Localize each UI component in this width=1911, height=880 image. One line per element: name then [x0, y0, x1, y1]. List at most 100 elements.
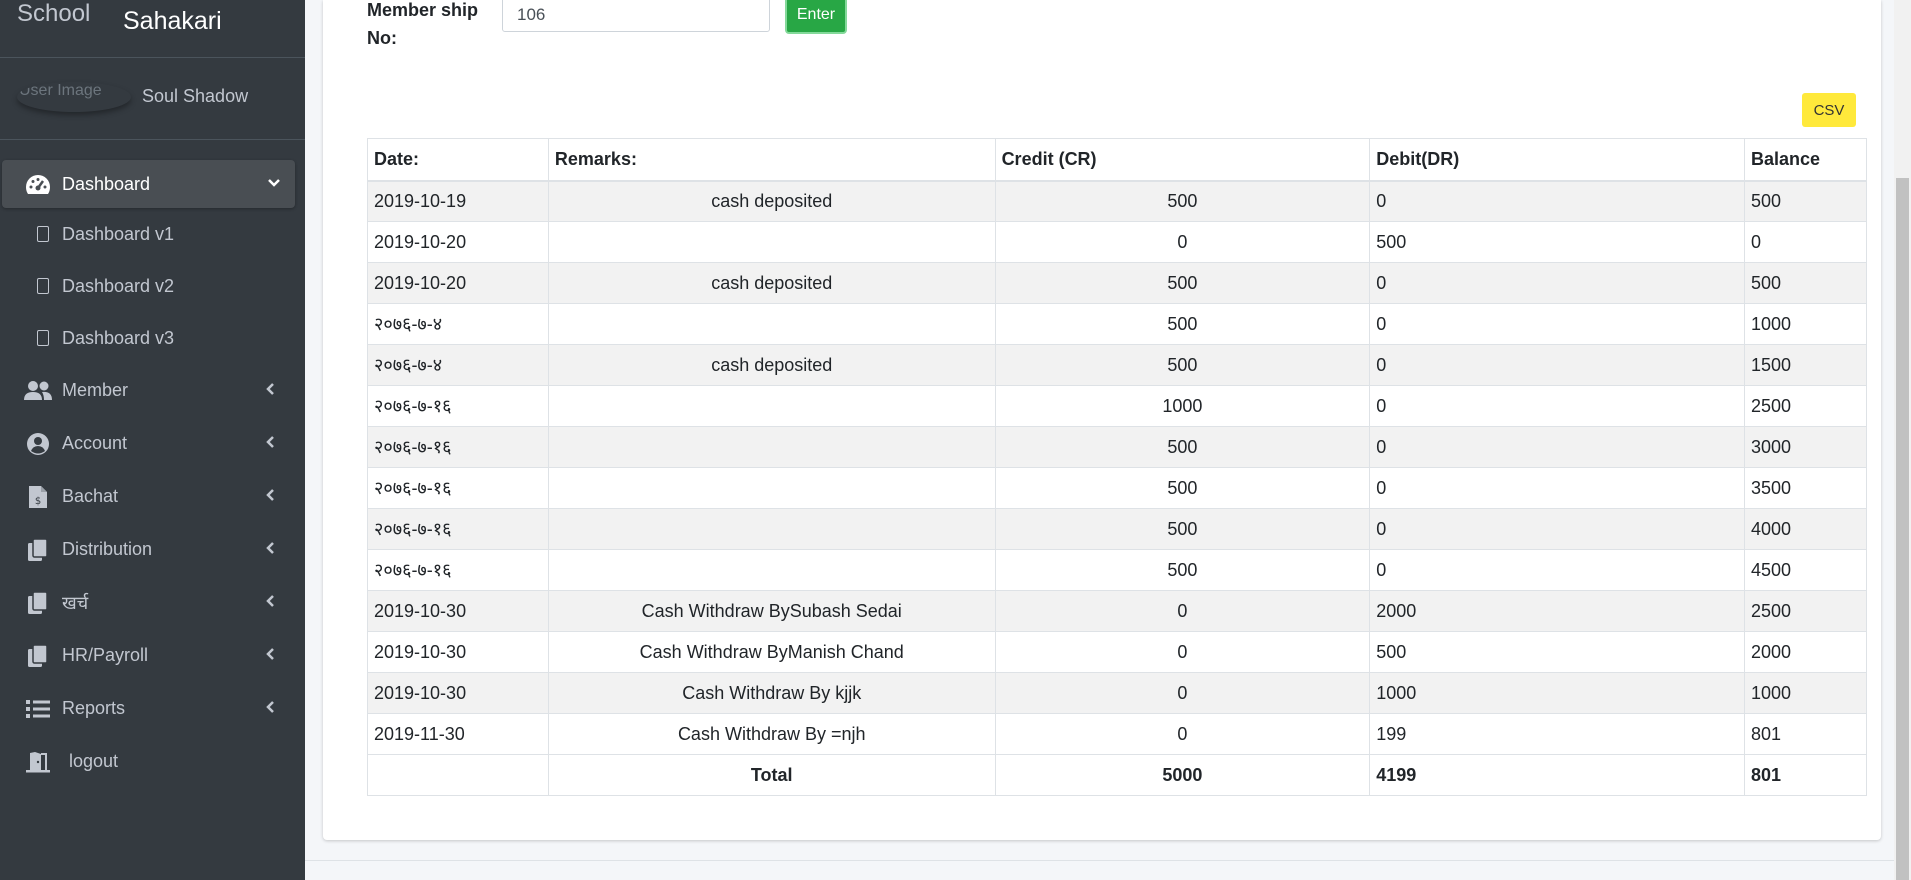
date-cell: २०७६-७-१६	[367, 385, 549, 427]
table-row: २०७६-७-१६ 1000 0 2500	[367, 385, 1867, 427]
debit-cell: 0	[1369, 426, 1745, 468]
balance-cell: 4500	[1744, 549, 1867, 591]
balance-cell: 500	[1744, 180, 1867, 222]
credit-cell: 500	[994, 508, 1371, 550]
remarks-cell: Cash Withdraw BySubash Sedai	[547, 590, 996, 632]
table-row: २०७६-७-४ cash deposited 500 0 1500	[367, 344, 1867, 386]
date-cell: 2019-10-19	[367, 180, 549, 222]
date-cell: २०७६-७-४	[367, 303, 549, 345]
nav-item-dashboard-v1[interactable]: Dashboard v1	[0, 208, 305, 260]
table-row: 2019-10-20 0 500 0	[367, 221, 1867, 263]
total-credit: 5000	[994, 754, 1371, 796]
nav-item-dashboard-v2[interactable]: Dashboard v2	[0, 260, 305, 312]
balance-cell: 500	[1744, 262, 1867, 304]
page-scrollbar[interactable]	[1894, 0, 1911, 880]
remarks-cell	[547, 549, 996, 591]
remarks-cell: cash deposited	[547, 344, 996, 386]
table-row: २०७६-७-१६ 500 0 3000	[367, 426, 1867, 468]
nav-item-member[interactable]: Member	[0, 364, 305, 417]
credit-cell: 500	[994, 549, 1371, 591]
total-row: Total 5000 4199 801	[367, 754, 1867, 796]
scrollbar-thumb[interactable]	[1896, 178, 1909, 880]
header-debit: Debit(DR)	[1369, 138, 1745, 182]
date-cell: २०७६-७-४	[367, 344, 549, 386]
door-open-icon	[23, 749, 53, 775]
balance-cell: 3000	[1744, 426, 1867, 468]
remarks-cell: Cash Withdraw By kjjk	[547, 672, 996, 714]
debit-cell: 0	[1369, 303, 1745, 345]
table-row: २०७६-७-१६ 500 0 4500	[367, 549, 1867, 591]
date-cell: २०७६-७-१६	[367, 508, 549, 550]
date-cell: 2019-10-20	[367, 221, 549, 263]
sidebar: School Sahakari User Image Soul Shadow D…	[0, 0, 305, 880]
user-avatar: User Image	[17, 82, 131, 112]
date-cell: 2019-11-30	[367, 713, 549, 755]
ledger-table: Date: Remarks: Credit (CR) Debit(DR) Bal…	[367, 138, 1867, 796]
nav-label-hr-payroll: HR/Payroll	[62, 645, 149, 665]
chevron-left-icon	[265, 383, 275, 398]
table-row: 2019-10-20 cash deposited 500 0 500	[367, 262, 1867, 304]
membership-no-input[interactable]: 106	[502, 0, 770, 32]
debit-cell: 500	[1369, 631, 1745, 673]
balance-cell: 801	[1744, 713, 1867, 755]
table-row: 2019-10-30 Cash Withdraw BySubash Sedai 0 2…	[367, 590, 1867, 632]
nav-label-bachat: Bachat	[62, 486, 119, 506]
nav-item-dashboard[interactable]: Dashboard	[2, 160, 295, 208]
nav-item-dashboard-v3[interactable]: Dashboard v3	[0, 312, 305, 364]
users-icon	[23, 378, 53, 404]
brand-logo-image: School	[17, 0, 91, 27]
date-cell: 2019-10-20	[367, 262, 549, 304]
brand-title: Sahakari	[123, 7, 222, 35]
chevron-left-icon	[265, 648, 275, 663]
remarks-cell: Cash Withdraw ByManish Chand	[547, 631, 996, 673]
balance-cell: 2000	[1744, 631, 1867, 673]
remarks-cell	[547, 426, 996, 468]
credit-cell: 500	[994, 426, 1371, 468]
csv-export-button[interactable]: CSV	[1802, 93, 1856, 127]
tachometer-icon	[23, 171, 53, 197]
credit-cell: 500	[994, 262, 1371, 304]
nav-item-logout[interactable]: logout	[0, 735, 305, 788]
nav-label-dashboard-v2: Dashboard v2	[62, 275, 175, 296]
remarks-cell: Cash Withdraw By =njh	[547, 713, 996, 755]
enter-button[interactable]: Enter	[785, 0, 847, 34]
nav-label-dashboard-v1: Dashboard v1	[62, 223, 175, 244]
debit-cell: 0	[1369, 180, 1745, 222]
ledger-card: Member ship No: 106 Enter CSV Date: Rema…	[323, 0, 1881, 840]
user-circle-icon	[23, 431, 53, 457]
remarks-cell: cash deposited	[547, 262, 996, 304]
debit-cell: 0	[1369, 344, 1745, 386]
chevron-down-icon	[268, 177, 280, 191]
total-debit: 4199	[1369, 754, 1745, 796]
nav-item-hr-payroll[interactable]: HR/Payroll	[0, 629, 305, 682]
table-row: 2019-10-19 cash deposited 500 0 500	[367, 180, 1867, 222]
nav-item-account[interactable]: Account	[0, 417, 305, 470]
chevron-left-icon	[265, 489, 275, 504]
nav-label-logout: logout	[69, 751, 119, 771]
header-credit: Credit (CR)	[994, 138, 1371, 182]
remarks-cell: cash deposited	[547, 180, 996, 222]
credit-cell: 0	[994, 631, 1371, 673]
header-balance: Balance	[1744, 138, 1867, 182]
credit-cell: 500	[994, 303, 1371, 345]
nav-item-reports[interactable]: Reports	[0, 682, 305, 735]
credit-cell: 500	[994, 467, 1371, 509]
brand-link[interactable]: School Sahakari	[0, 0, 305, 58]
user-name-link[interactable]: Soul Shadow	[142, 86, 248, 107]
total-date-cell	[367, 754, 549, 796]
copy-icon	[23, 537, 53, 563]
balance-cell: 1500	[1744, 344, 1867, 386]
nav-item-bachat[interactable]: $ Bachat	[0, 470, 305, 523]
header-remarks: Remarks:	[547, 138, 996, 182]
date-cell: २०७६-७-१६	[367, 549, 549, 591]
date-cell: 2019-10-30	[367, 631, 549, 673]
debit-cell: 2000	[1369, 590, 1745, 632]
balance-cell: 0	[1744, 221, 1867, 263]
remarks-cell	[547, 467, 996, 509]
balance-cell: 3500	[1744, 467, 1867, 509]
credit-cell: 0	[994, 713, 1371, 755]
footer-divider	[305, 860, 1911, 861]
debit-cell: 0	[1369, 549, 1745, 591]
nav-item-kharcha[interactable]: खर्च	[0, 576, 305, 629]
nav-item-distribution[interactable]: Distribution	[0, 523, 305, 576]
